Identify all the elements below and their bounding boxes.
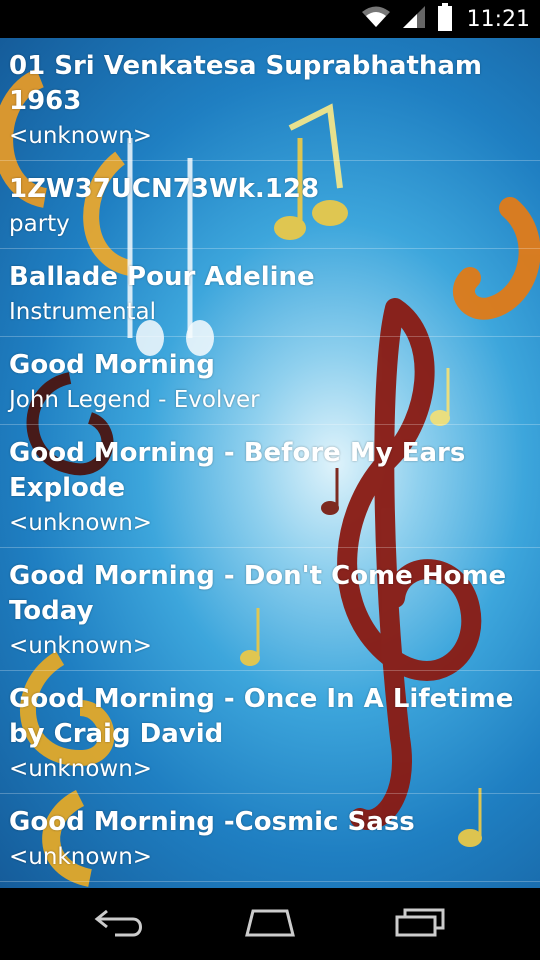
- recents-icon: [393, 907, 447, 941]
- song-artist: <unknown>: [9, 844, 153, 870]
- recents-button[interactable]: [360, 888, 480, 960]
- cell-signal-icon: [401, 5, 427, 33]
- battery-icon: [437, 3, 453, 35]
- song-list-item[interactable]: Good Morning - Before My Ears Explode <u…: [0, 425, 540, 548]
- song-artist: party: [9, 211, 70, 237]
- song-title: Ballade Pour Adeline: [9, 262, 315, 292]
- song-title: Good Morning: [9, 350, 215, 380]
- song-artist: <unknown>: [9, 123, 153, 149]
- song-artist: <unknown>: [9, 756, 153, 782]
- back-button[interactable]: [60, 888, 180, 960]
- song-title: 01 Sri Venkatesa Suprabhatham 1963: [9, 51, 483, 116]
- song-list-item[interactable]: 01 Sri Venkatesa Suprabhatham 1963 <unkn…: [0, 38, 540, 161]
- song-list-item[interactable]: Good Morning John Legend - Evolver: [0, 337, 540, 425]
- song-title: Good Morning - Don't Come Home Today: [9, 561, 507, 626]
- home-button[interactable]: [210, 888, 330, 960]
- back-icon: [93, 907, 147, 941]
- song-list: 01 Sri Venkatesa Suprabhatham 1963 <unkn…: [0, 38, 540, 882]
- song-list-screen: 01 Sri Venkatesa Suprabhatham 1963 <unkn…: [0, 38, 540, 888]
- song-artist: <unknown>: [9, 510, 153, 536]
- song-title: Good Morning -Cosmic Sass: [9, 807, 415, 837]
- status-clock: 11:21: [466, 6, 530, 32]
- song-list-item[interactable]: Good Morning - Once In A Lifetime by Cra…: [0, 671, 540, 794]
- song-list-item[interactable]: Good Morning -Cosmic Sass <unknown>: [0, 794, 540, 882]
- song-title: Good Morning - Before My Ears Explode: [9, 438, 466, 503]
- status-bar: 11:21: [0, 0, 540, 38]
- song-title: Good Morning - Once In A Lifetime by Cra…: [9, 684, 514, 749]
- song-list-item[interactable]: Ballade Pour Adeline Instrumental: [0, 249, 540, 337]
- song-artist: <unknown>: [9, 633, 153, 659]
- song-list-item[interactable]: Good Morning - Don't Come Home Today <un…: [0, 548, 540, 671]
- navigation-bar: [0, 888, 540, 960]
- song-title: 1ZW37UCN73Wk.128: [9, 174, 320, 204]
- home-icon: [241, 907, 299, 941]
- song-list-item[interactable]: 1ZW37UCN73Wk.128 party: [0, 161, 540, 249]
- wifi-icon: [361, 5, 391, 33]
- song-artist: Instrumental: [9, 299, 157, 325]
- status-icons: 11:21: [361, 0, 530, 38]
- song-artist: John Legend - Evolver: [9, 387, 260, 413]
